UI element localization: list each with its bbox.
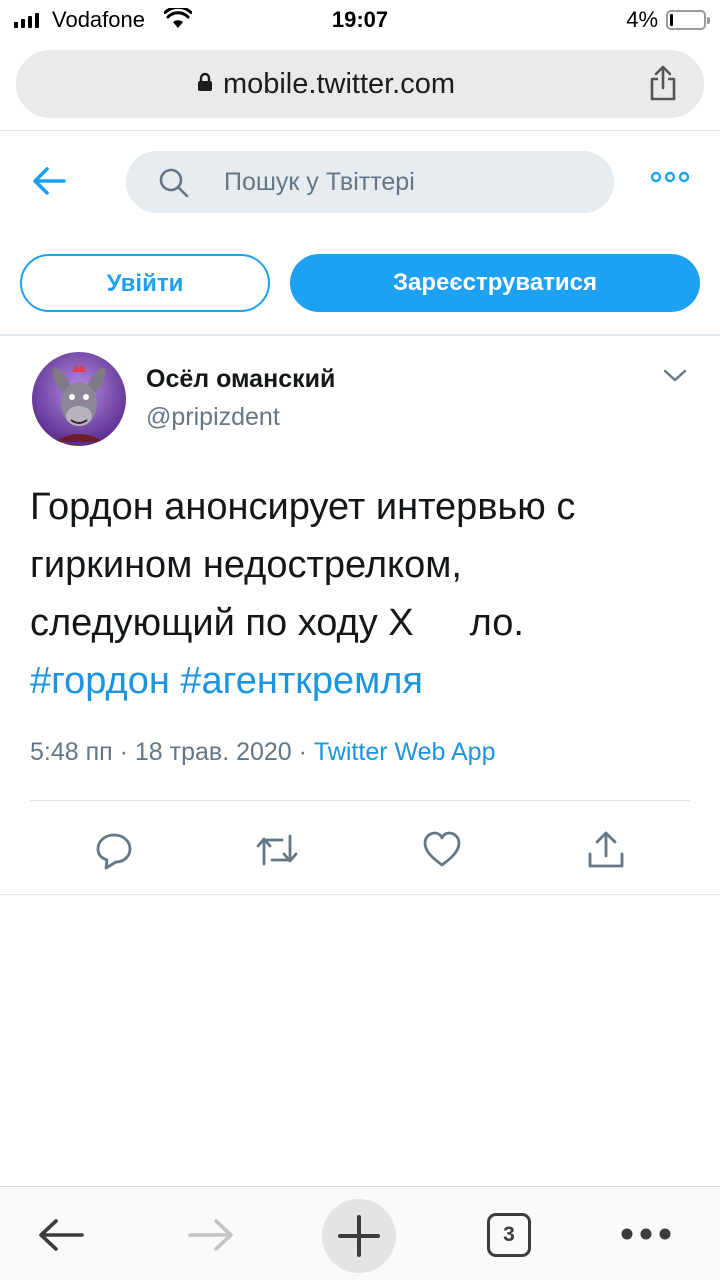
back-arrow-icon[interactable] bbox=[30, 162, 68, 200]
tabs-icon[interactable]: 3 bbox=[487, 1213, 531, 1257]
tweet-text-line: следующий по ходу Х bbox=[30, 602, 414, 644]
author-handle[interactable]: @pripizdent bbox=[146, 403, 280, 432]
tweet-text: Гордон анонсирует интервью с гиркином не… bbox=[30, 478, 690, 710]
new-tab-icon bbox=[338, 1215, 380, 1257]
more-icon[interactable] bbox=[650, 170, 690, 184]
tweet-hashtags[interactable]: #гордон #агенткремля bbox=[30, 652, 690, 710]
url-text: mobile.twitter.com bbox=[222, 68, 456, 100]
divider bbox=[30, 800, 690, 801]
avatar[interactable] bbox=[32, 352, 126, 446]
search-input[interactable]: Пошук у Твіттері bbox=[126, 151, 614, 213]
divider bbox=[0, 334, 720, 336]
tweet-timestamp[interactable]: 5:48 пп · 18 трав. 2020 · bbox=[30, 738, 314, 766]
tweet-meta: 5:48 пп · 18 трав. 2020 · Twitter Web Ap… bbox=[30, 738, 496, 767]
status-bar: Vodafone 19:07 4% bbox=[0, 0, 720, 42]
battery-percent: 4% bbox=[626, 7, 658, 32]
redaction bbox=[413, 609, 470, 640]
battery-icon bbox=[666, 10, 710, 30]
divider bbox=[0, 894, 720, 895]
menu-icon[interactable] bbox=[620, 1227, 672, 1241]
browser-toolbar: 3 bbox=[0, 1186, 720, 1280]
tweet-text-line: гиркином недострелком, bbox=[30, 544, 462, 586]
retweet-icon[interactable] bbox=[254, 830, 300, 870]
tweet-source[interactable]: Twitter Web App bbox=[314, 738, 496, 766]
tweet-text-line: ло. bbox=[469, 602, 524, 644]
share-icon[interactable] bbox=[648, 64, 678, 102]
lock-icon bbox=[197, 73, 212, 92]
share-tweet-icon[interactable] bbox=[586, 830, 626, 870]
login-button[interactable]: Увійти bbox=[20, 254, 270, 312]
signup-button[interactable]: Зареєструватися bbox=[290, 254, 700, 312]
tweet-text-line: Гордон анонсирует интервью с bbox=[30, 486, 576, 528]
search-placeholder: Пошук у Твіттері bbox=[224, 168, 415, 196]
reply-icon[interactable] bbox=[94, 830, 134, 870]
divider bbox=[0, 130, 720, 131]
chevron-down-icon[interactable] bbox=[662, 368, 688, 384]
author-name[interactable]: Осёл оманский bbox=[146, 365, 335, 394]
search-icon bbox=[159, 168, 189, 198]
clock: 19:07 bbox=[331, 7, 389, 32]
browser-back-icon[interactable] bbox=[36, 1217, 86, 1253]
url-bar[interactable]: mobile.twitter.com bbox=[16, 50, 704, 118]
browser-forward-icon[interactable] bbox=[186, 1217, 236, 1253]
like-icon[interactable] bbox=[422, 830, 462, 870]
new-tab-button[interactable] bbox=[322, 1199, 396, 1273]
